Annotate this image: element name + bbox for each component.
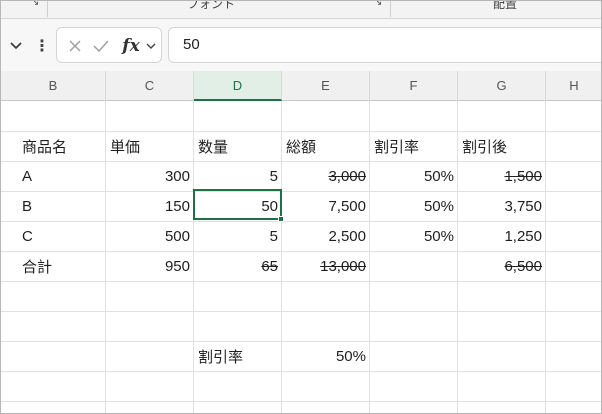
cell-total-total[interactable]: 13,000 — [282, 251, 370, 281]
cell-price-a[interactable]: 300 — [106, 161, 194, 191]
fill-handle[interactable] — [278, 216, 284, 222]
column-header-e[interactable]: E — [282, 71, 370, 101]
cell-qty-a[interactable]: 5 — [194, 161, 282, 191]
column-header-b[interactable]: B — [1, 71, 106, 101]
cell-total-a-value: 3,000 — [328, 167, 366, 185]
cell-after-c[interactable]: 1,250 — [458, 221, 546, 251]
column-header-h[interactable]: H — [546, 71, 601, 101]
cell-after-a[interactable]: 1,500 — [458, 161, 546, 191]
column-header-f[interactable]: F — [370, 71, 458, 101]
header-total[interactable]: 総額 — [282, 131, 370, 161]
cell-discount-label[interactable]: 割引率 — [194, 341, 282, 371]
cell-total-a[interactable]: 3,000 — [282, 161, 370, 191]
ribbon-divider — [390, 1, 391, 17]
formula-input[interactable]: 50 — [168, 27, 601, 63]
header-unit-price[interactable]: 単価 — [106, 131, 194, 161]
worksheet-grid[interactable]: B C D E F G H 商品名 単価 数量 総額 割引率 割引後 A 300 — [1, 71, 601, 413]
enter-icon[interactable] — [89, 35, 113, 57]
cell-rate-b[interactable]: 50% — [370, 191, 458, 221]
column-header-c[interactable]: C — [106, 71, 194, 101]
spreadsheet-window: ↘ フォント ↘ 配置 ⋮ fx 50 B C D E F G H 商品名 単価… — [0, 0, 602, 414]
active-cell-selection[interactable] — [193, 189, 284, 222]
cell-total-after-value: 6,500 — [504, 257, 542, 275]
cell-total-qty-value: 65 — [261, 257, 278, 275]
header-quantity[interactable]: 数量 — [194, 131, 282, 161]
cell-price-b[interactable]: 150 — [106, 191, 194, 221]
insert-function-icon[interactable]: fx — [119, 35, 143, 57]
cell-discount-value[interactable]: 50% — [282, 341, 370, 371]
cell-rate-a[interactable]: 50% — [370, 161, 458, 191]
dialog-launcher-icon[interactable]: ↘ — [31, 1, 39, 8]
fx-chevron-down-icon[interactable] — [143, 35, 159, 57]
gridline — [1, 371, 601, 372]
cell-total-price[interactable]: 950 — [106, 251, 194, 281]
gridline — [1, 311, 601, 312]
cell-total-after[interactable]: 6,500 — [458, 251, 546, 281]
font-dialog-launcher-icon[interactable]: ↘ — [374, 1, 382, 8]
column-header-d[interactable]: D — [194, 71, 282, 101]
cell-total-label[interactable]: 合計 — [18, 251, 106, 281]
ribbon-divider — [47, 1, 48, 17]
formula-controls: fx — [56, 27, 162, 63]
header-after-discount[interactable]: 割引後 — [458, 131, 546, 161]
cell-price-c[interactable]: 500 — [106, 221, 194, 251]
cell-after-a-value: 1,500 — [504, 167, 542, 185]
cell-total-c[interactable]: 2,500 — [282, 221, 370, 251]
cell-name-a[interactable]: A — [18, 161, 106, 191]
cell-after-b[interactable]: 3,750 — [458, 191, 546, 221]
cell-rate-c[interactable]: 50% — [370, 221, 458, 251]
more-options-icon[interactable]: ⋮ — [34, 33, 50, 57]
chevron-down-icon — [10, 42, 22, 50]
ribbon-strip: ↘ フォント ↘ 配置 — [1, 0, 601, 19]
column-header-g[interactable]: G — [458, 71, 546, 101]
cell-qty-c[interactable]: 5 — [194, 221, 282, 251]
formula-bar: ⋮ fx 50 — [1, 19, 601, 71]
cell-total-qty[interactable]: 65 — [194, 251, 282, 281]
gridline — [1, 281, 601, 282]
alignment-group-label: 配置 — [493, 0, 518, 11]
gridline — [1, 401, 601, 402]
cell-name-b[interactable]: B — [18, 191, 106, 221]
cell-name-c[interactable]: C — [18, 221, 106, 251]
cell-total-total-value: 13,000 — [320, 257, 366, 275]
cancel-icon[interactable] — [63, 35, 87, 57]
header-product-name[interactable]: 商品名 — [18, 131, 106, 161]
cell-total-b[interactable]: 7,500 — [282, 191, 370, 221]
font-group-label: フォント — [187, 0, 236, 11]
name-box-dropdown[interactable] — [5, 34, 27, 56]
header-discount-rate[interactable]: 割引率 — [370, 131, 458, 161]
